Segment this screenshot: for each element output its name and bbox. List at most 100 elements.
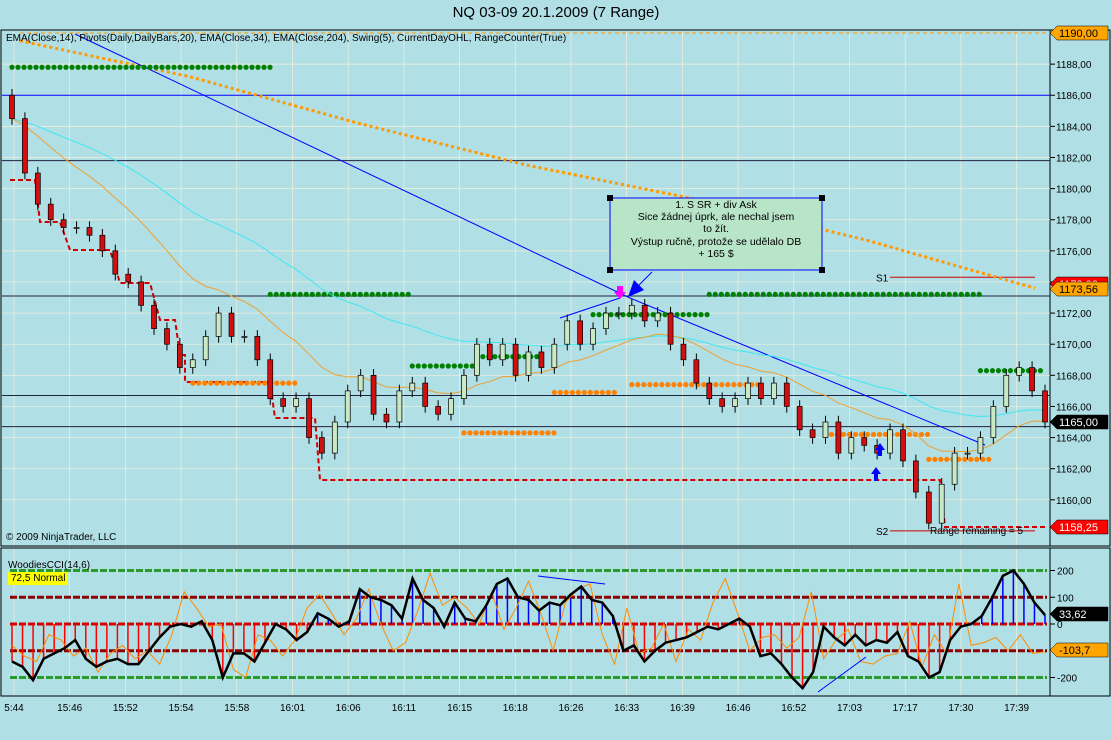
swing-high-dot (57, 64, 63, 70)
price-tag-last: 1165,00 (1059, 417, 1098, 429)
swing-high-dot (457, 363, 463, 369)
x-tick-label: 15:46 (57, 703, 82, 714)
indicator-list: EMA(Close,14), Pivots(Daily,DailyBars,20… (6, 33, 567, 44)
swing-high-dot (977, 368, 984, 374)
candle (125, 273, 132, 283)
candle (435, 406, 441, 415)
swing-high-dot (141, 64, 147, 70)
swing-low-dot (683, 382, 689, 388)
candle (745, 382, 751, 400)
swing-low-dot (557, 389, 563, 396)
swing-high-dot (1037, 368, 1044, 374)
candle (357, 374, 364, 392)
swing-high-dot (850, 291, 856, 298)
swing-high-dot (27, 64, 33, 70)
s2-label: S2 (876, 527, 889, 538)
swing-high-dot (9, 64, 15, 70)
y-tick-label: 1182,00 (1056, 153, 1092, 164)
swing-high-dot (820, 291, 826, 298)
candle (693, 359, 700, 384)
swing-high-dot (195, 64, 201, 70)
candle (835, 421, 842, 454)
candle (913, 460, 919, 493)
swing-low-dot (828, 431, 835, 438)
swing-high-dot (730, 291, 736, 298)
y-tick-label: 1168,00 (1056, 371, 1092, 382)
swing-high-dot (405, 291, 411, 298)
swing-low-dot (980, 456, 986, 462)
swing-low-dot (701, 382, 707, 388)
swing-high-dot (790, 291, 796, 298)
y-tick-label: 1180,00 (1056, 185, 1092, 196)
swing-low-dot (918, 431, 925, 438)
x-tick-label: 16:06 (336, 703, 361, 714)
x-tick-label: 15:52 (113, 703, 138, 714)
candle (512, 343, 519, 376)
swing-high-dot (736, 291, 742, 298)
swing-high-dot (898, 291, 904, 298)
swing-low-dot (974, 456, 980, 462)
trade-annotation[interactable]: 1. S SR + div Ask Sice žádnej úprk, ale … (611, 199, 821, 260)
swing-high-dot (237, 64, 243, 70)
swing-low-dot (719, 382, 725, 388)
swing-high-dot (433, 363, 439, 369)
swing-high-dot (662, 312, 668, 318)
swing-high-dot (261, 64, 267, 70)
swing-high-dot (99, 64, 105, 70)
swing-low-dot (551, 389, 557, 396)
swing-high-dot (249, 64, 255, 70)
candle (151, 304, 157, 329)
candle (654, 312, 661, 322)
buy-arrow-icon (871, 467, 881, 481)
cci-indicator-name: WoodiesCCI(14,6) (8, 560, 91, 571)
swing-high-dot (886, 291, 892, 298)
swing-high-dot (393, 291, 399, 298)
swing-high-dot (51, 64, 57, 70)
swing-high-dot (989, 368, 996, 374)
swing-high-dot (814, 291, 820, 298)
swing-high-dot (285, 291, 291, 298)
swing-high-dot (983, 368, 990, 374)
candle (758, 382, 764, 400)
candle (628, 304, 635, 314)
swing-high-dot (15, 64, 21, 70)
swing-high-dot (147, 64, 153, 70)
swing-high-dot (766, 291, 772, 298)
swing-low-dot (932, 456, 938, 462)
swing-high-dot (375, 291, 381, 298)
swing-high-dot (421, 363, 427, 369)
candle (706, 382, 713, 400)
swing-high-dot (674, 312, 680, 318)
candle (770, 382, 777, 400)
candle (409, 382, 416, 392)
swing-high-dot (225, 64, 231, 70)
swing-high-dot (946, 291, 952, 298)
swing-high-dot (105, 64, 111, 70)
swing-low-dot (599, 389, 605, 396)
swing-low-dot (244, 380, 250, 386)
swing-high-dot (201, 64, 207, 70)
price-chart[interactable]: 1188,00 1186,00 1184,00 1182,00 1180,00 1178,… (0, 0, 1112, 740)
swing-high-dot (321, 291, 327, 298)
y-tick-label: 1162,00 (1056, 465, 1092, 476)
x-tick-label: 16:11 (392, 703, 417, 714)
swing-high-dot (868, 291, 874, 298)
candle (112, 250, 119, 275)
swing-low-dot (906, 431, 913, 438)
x-tick-label: 15:54 (169, 703, 194, 714)
swing-high-dot (832, 291, 838, 298)
swing-low-dot (858, 431, 865, 438)
candle (461, 374, 467, 400)
swing-low-dot (894, 431, 901, 438)
swing-low-dot (515, 430, 521, 436)
candle (719, 398, 726, 407)
swing-low-dot (864, 431, 871, 438)
candle (99, 234, 106, 252)
candle (990, 406, 997, 438)
swing-high-dot (754, 291, 760, 298)
swing-high-dot (75, 64, 81, 70)
y-tick-label: 1172,00 (1056, 309, 1092, 320)
candle (796, 406, 803, 431)
swing-low-dot (527, 430, 533, 436)
candle (900, 429, 906, 462)
